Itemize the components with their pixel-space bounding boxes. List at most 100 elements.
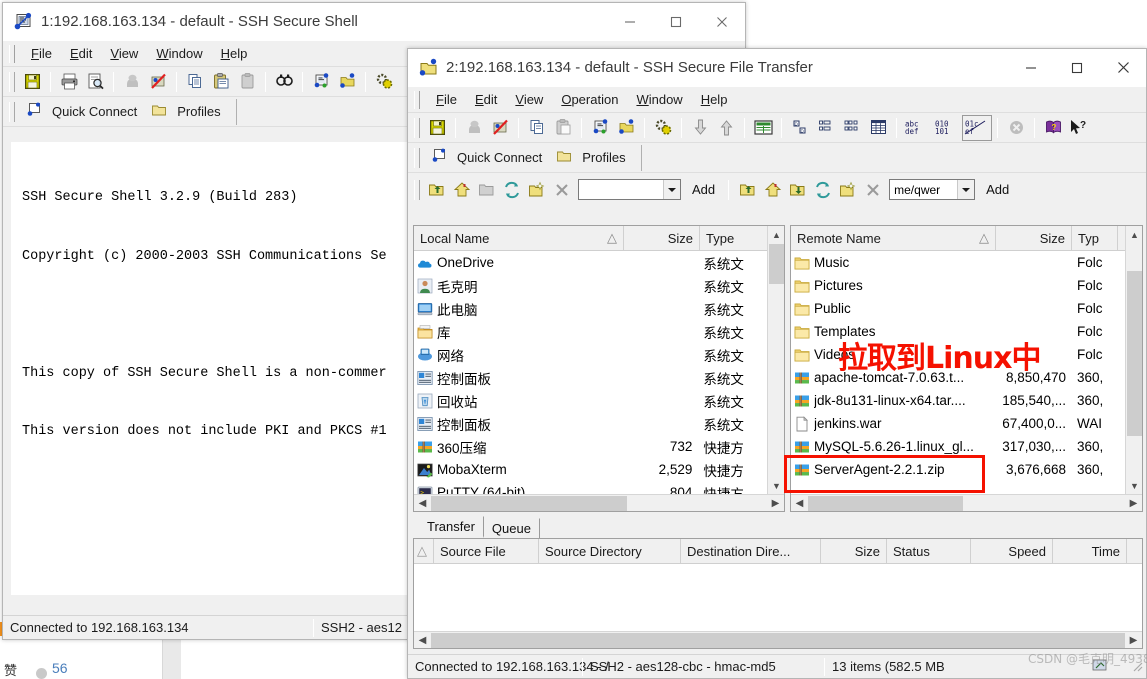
file-row-name-cell[interactable]: jdk-8u131-linux-x64.tar.... [791,393,996,409]
shell-close-button[interactable] [699,3,745,41]
local-path-combo[interactable] [578,179,681,200]
local-scroll-right-icon[interactable]: ▶ [767,495,784,512]
shell-maximize-button[interactable] [653,3,699,41]
file-row[interactable]: 网络 系统文 [414,343,767,366]
remote-delete-icon[interactable] [860,178,885,202]
shell-quick-connect-button[interactable]: Quick Connect [19,100,144,123]
sft-quick-connect-button[interactable]: Quick Connect [424,146,549,169]
remote-scroll-left-icon[interactable]: ◀ [791,495,808,512]
shell-profiles-button[interactable]: Profiles [144,100,227,123]
transfer-hscroll-thumb[interactable] [431,632,1125,648]
sft-minimize-button[interactable] [1008,49,1054,87]
file-row[interactable]: 控制面板 系统文 [414,412,767,435]
transfer-column-source-file[interactable]: Source File [434,539,539,563]
shell-quickbar-grip[interactable] [9,101,15,122]
local-file-list[interactable]: OneDrive 系统文 毛克明 系统文 此电脑 系统文库系统文 网络 系统文 控制面板 系统文回… [414,251,767,494]
remote-column-headers[interactable]: Remote Name △ Size Typ [791,226,1142,251]
file-row[interactable]: Public Folc [791,297,1125,320]
local-new-folder-icon[interactable] [524,178,549,202]
copy-icon[interactable] [182,69,208,95]
sft-window-buttons[interactable] [1008,49,1146,87]
file-row-name-cell[interactable]: Music [791,255,996,271]
sft-menu-operation[interactable]: Operation [552,90,627,109]
sft-menu-view[interactable]: View [506,90,552,109]
chevron-down-icon[interactable] [663,180,680,199]
file-row-name-cell[interactable]: OneDrive [414,255,623,271]
transfer-column-speed[interactable]: Speed [971,539,1053,563]
remote-add-button[interactable]: Add [979,180,1016,199]
remote-scroll-up-icon[interactable]: ▲ [1126,226,1142,243]
shell-menu-edit[interactable]: Edit [61,44,101,63]
remote-root-folder-icon[interactable] [785,178,810,202]
local-column-headers[interactable]: Local Name △ Size Type [414,226,784,251]
sft-menu-file[interactable]: File [427,90,466,109]
sft-maximize-button[interactable] [1054,49,1100,87]
file-row-name-cell[interactable]: 此电脑 [414,299,623,319]
show-transfer-view-icon[interactable] [750,115,776,141]
file-row-name-cell[interactable]: 360压缩 [414,437,623,457]
file-row[interactable]: 回收站 系统文 [414,389,767,412]
file-row-name-cell[interactable]: 控制面板 [414,414,623,434]
remote-column-type[interactable]: Typ [1072,226,1118,250]
shell-window-buttons[interactable] [607,3,745,41]
file-row[interactable]: Music Folc [791,251,1125,274]
copy-icon[interactable] [524,115,550,141]
file-row[interactable]: MobaXterm 2,529 快捷方 [414,458,767,481]
new-file-transfer-icon[interactable] [334,69,360,95]
save-icon[interactable] [424,115,450,141]
connect-icon[interactable] [461,115,487,141]
transfer-list[interactable]: △ Source File Source Directory Destinati… [413,538,1143,649]
sft-close-button[interactable] [1100,49,1146,87]
file-row[interactable]: Pictures Folc [791,274,1125,297]
remote-path-combo[interactable]: me/qwer [889,179,976,200]
chevron-down-icon[interactable] [957,180,975,199]
remote-home-icon[interactable] [760,178,785,202]
transfer-column-status[interactable]: Status [887,539,971,563]
local-go-to-folder-icon[interactable] [474,178,499,202]
file-row-name-cell[interactable]: MobaXterm [414,462,623,478]
tab-queue[interactable]: Queue [483,518,540,538]
shell-menu-window[interactable]: Window [147,44,211,63]
tab-transfer[interactable]: Transfer [419,516,484,538]
file-row[interactable]: MySQL-5.6.26-1.linux_gl... 317,030,... 360… [791,435,1125,458]
new-terminal-icon[interactable] [587,115,613,141]
stop-icon[interactable] [1003,115,1029,141]
transfer-horizontal-scrollbar[interactable]: ◀ ▶ [414,631,1142,648]
remote-vertical-scrollbar[interactable]: ▲ ▼ [1125,226,1142,494]
transfer-column-time[interactable]: Time [1053,539,1127,563]
file-row-name-cell[interactable]: 库 [414,322,623,342]
shell-minimize-button[interactable] [607,3,653,41]
settings-icon[interactable] [371,69,397,95]
transfer-column-destination-directory[interactable]: Destination Dire... [681,539,821,563]
sft-quickbar-grip[interactable] [414,147,420,168]
disconnect-icon[interactable] [487,115,513,141]
local-up-one-level-icon[interactable] [424,178,449,202]
transfer-column-size[interactable]: Size [821,539,887,563]
file-row-name-cell[interactable]: Pictures [791,278,996,294]
ascii-mode-icon[interactable]: abc def [902,115,932,141]
sft-menu-help[interactable]: Help [692,90,737,109]
file-row-name-cell[interactable]: Public [791,301,996,317]
paste-icon[interactable] [208,69,234,95]
paste-icon[interactable] [550,115,576,141]
shell-toolbar-grip[interactable] [9,71,15,92]
settings-icon[interactable] [650,115,676,141]
file-row[interactable]: 此电脑 系统文 [414,297,767,320]
sft-menubar[interactable]: File Edit View Operation Window Help [408,87,1146,113]
local-column-size[interactable]: Size [624,226,700,250]
remote-scroll-right-icon[interactable]: ▶ [1125,495,1142,512]
sft-pathbars[interactable]: Add me/qwer Add [408,173,1146,206]
find-icon[interactable] [271,69,297,95]
file-row-name-cell[interactable]: 网络 [414,345,623,365]
paste-plain-icon[interactable] [234,69,260,95]
small-icons-icon[interactable] [813,115,839,141]
sft-menubar-grip[interactable] [414,90,420,109]
print-preview-icon[interactable] [82,69,108,95]
local-home-icon[interactable] [449,178,474,202]
print-icon[interactable] [56,69,82,95]
remote-new-folder-icon[interactable] [835,178,860,202]
file-row[interactable]: OneDrive 系统文 [414,251,767,274]
sft-menu-window[interactable]: Window [627,90,691,109]
save-icon[interactable] [19,69,45,95]
file-row[interactable]: >_ PuTTY (64-bit) 804 快捷方 [414,481,767,494]
